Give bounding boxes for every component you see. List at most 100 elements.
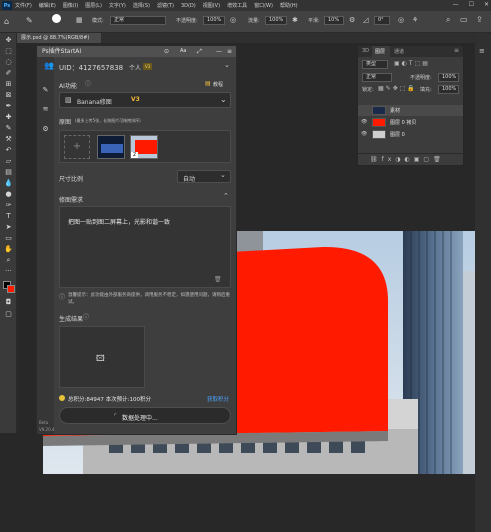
- search-icon[interactable]: ⌕: [446, 15, 450, 25]
- menu-select[interactable]: 选择(S): [133, 2, 150, 9]
- eraser-tool-icon[interactable]: ▱: [4, 157, 13, 165]
- quick-mask-icon[interactable]: ◘: [4, 298, 13, 306]
- dodge-tool-icon[interactable]: ●: [4, 190, 13, 198]
- mode-select[interactable]: 正常: [110, 16, 166, 25]
- background-color-swatch[interactable]: [7, 285, 15, 293]
- menu-edit[interactable]: 编辑(E): [39, 2, 56, 9]
- move-tool-icon[interactable]: ✥: [4, 36, 13, 44]
- angle-input[interactable]: 0°: [374, 16, 390, 25]
- source-thumb-1[interactable]: [97, 135, 125, 159]
- type-tool-icon[interactable]: T: [4, 212, 13, 220]
- shape-tool-icon[interactable]: ▭: [4, 234, 13, 242]
- close-icon[interactable]: ✕: [484, 1, 489, 8]
- pen-tool-icon[interactable]: ✑: [4, 201, 13, 209]
- brush-tool-icon[interactable]: ✎: [4, 124, 13, 132]
- menu-file[interactable]: 文件(F): [15, 2, 32, 9]
- brush-tool-icon[interactable]: ✎: [26, 16, 33, 25]
- pressure-opacity-icon[interactable]: ◎: [230, 16, 236, 24]
- smoothing-input[interactable]: 10%: [324, 16, 344, 25]
- expand-icon[interactable]: ⤢: [197, 46, 202, 57]
- tab-layers[interactable]: 图层: [372, 46, 390, 57]
- share-icon[interactable]: ⇪: [476, 15, 483, 24]
- marquee-tool-icon[interactable]: ⬚: [4, 47, 13, 55]
- tab-channels[interactable]: 通道: [394, 48, 404, 55]
- airbrush-icon[interactable]: ✱: [292, 16, 298, 24]
- brush-preset-icon[interactable]: [52, 14, 61, 23]
- get-points-link[interactable]: 获取积分: [207, 395, 229, 403]
- menu-plugins[interactable]: 增效工具: [227, 2, 247, 9]
- font-size-icon[interactable]: Aa: [180, 46, 186, 57]
- source-images-area: + 2: [59, 130, 231, 163]
- brush-settings-icon[interactable]: ▦: [76, 16, 83, 24]
- layers-menu-icon[interactable]: ≡: [454, 47, 459, 54]
- workspace-icon[interactable]: ▭: [460, 15, 468, 24]
- quick-select-tool-icon[interactable]: ✐: [4, 69, 13, 77]
- path-select-tool-icon[interactable]: ➤: [4, 223, 13, 231]
- chevron-up-icon[interactable]: ⌃: [223, 192, 229, 200]
- minimize-icon[interactable]: —: [453, 1, 459, 8]
- prompt-textarea[interactable]: 把图一贴到图二屏幕上，光影和谐一致 🗑: [59, 206, 231, 288]
- menu-window[interactable]: 窗口(W): [254, 2, 273, 9]
- menu-layer[interactable]: 图层(L): [85, 2, 102, 9]
- settings-nav-icon[interactable]: ⚙: [41, 125, 50, 134]
- chevron-down-icon[interactable]: ⌄: [224, 61, 230, 69]
- lock-icons[interactable]: ▦✎✥⬚🔒: [378, 85, 417, 92]
- crop-tool-icon[interactable]: ⊞: [4, 80, 13, 88]
- source-thumb-2[interactable]: 2: [130, 135, 158, 159]
- add-image-button[interactable]: +: [64, 135, 90, 159]
- menu-image[interactable]: 图像(I): [63, 2, 78, 9]
- layers-footer-icons[interactable]: ⛓fx◑◐▣▢🗑: [358, 153, 463, 165]
- pin-icon[interactable]: ⊙: [164, 46, 169, 57]
- menu-filter[interactable]: 滤镜(T): [157, 2, 174, 9]
- layer-row[interactable]: 👁 图层 0 拷贝: [358, 117, 463, 128]
- minimize-panel-icon[interactable]: —: [216, 46, 222, 57]
- brush-nav-icon[interactable]: ✎: [41, 86, 50, 95]
- lasso-tool-icon[interactable]: ◌: [4, 58, 13, 66]
- blur-tool-icon[interactable]: 💧: [4, 179, 13, 187]
- stamp-tool-icon[interactable]: ⚒: [4, 135, 13, 143]
- visibility-eye-icon[interactable]: 👁: [361, 120, 367, 125]
- healing-tool-icon[interactable]: ✚: [4, 113, 13, 121]
- generate-button[interactable]: ◜ 数据处理中...: [59, 407, 231, 424]
- tutorial-link[interactable]: 教程: [213, 81, 223, 88]
- visibility-eye-icon[interactable]: 👁: [361, 132, 367, 137]
- zoom-tool-icon[interactable]: ⌕: [4, 256, 13, 264]
- users-icon: 👥: [44, 61, 54, 70]
- pressure-size-icon[interactable]: ◎: [398, 16, 404, 24]
- blend-mode-select[interactable]: 正常: [362, 73, 392, 82]
- more-tools-icon[interactable]: ···: [4, 267, 13, 275]
- panel-toggle-icon[interactable]: ≡: [479, 47, 485, 55]
- panel-menu-icon[interactable]: ≡: [227, 46, 232, 57]
- menu-view[interactable]: 视图(V): [203, 2, 220, 9]
- eyedropper-tool-icon[interactable]: ✒: [4, 102, 13, 110]
- layer-row[interactable]: 👁 图层 0: [358, 129, 463, 140]
- maximize-icon[interactable]: ☐: [469, 1, 474, 8]
- gradient-tool-icon[interactable]: ▤: [4, 168, 13, 176]
- home-icon[interactable]: ⌂: [4, 17, 9, 26]
- symmetry-icon[interactable]: ⚘: [412, 16, 418, 24]
- layer-row[interactable]: 素材: [358, 105, 463, 116]
- frame-tool-icon[interactable]: ⊠: [4, 91, 13, 99]
- layer-filter-icons[interactable]: ▣◐T⬚▤: [394, 60, 430, 67]
- menu-3d[interactable]: 3D(D): [181, 3, 196, 9]
- trash-icon[interactable]: 🗑: [214, 276, 222, 283]
- database-nav-icon[interactable]: ≋: [41, 105, 50, 114]
- fill-input[interactable]: 100%: [438, 85, 459, 94]
- function-select[interactable]: ▨ Banana修图 V3 ⌄: [59, 92, 231, 108]
- layer-opacity-input[interactable]: 100%: [438, 73, 459, 82]
- hand-tool-icon[interactable]: ✋: [4, 245, 13, 253]
- size-value: 自动: [183, 176, 196, 183]
- startai-plugin-panel: Ps插件StartAI ⊙ Aa ⤢ — ≡ ✎ ≋ ⚙ Beta V9.20.…: [36, 45, 237, 435]
- menu-type[interactable]: 文字(Y): [109, 2, 126, 9]
- smoothing-settings-icon[interactable]: ⚙: [349, 16, 355, 24]
- opacity-input[interactable]: 100%: [203, 16, 225, 25]
- menu-help[interactable]: 帮助(H): [280, 2, 298, 9]
- history-brush-tool-icon[interactable]: ↶: [4, 146, 13, 154]
- size-select[interactable]: 自动 ⌄: [177, 170, 231, 183]
- layers-panel: 3D 图层 通道 ≡ 类型 ▣◐T⬚▤ 正常 不透明度: 100% 锁定: ▦✎…: [357, 45, 464, 166]
- screen-mode-icon[interactable]: ▢: [4, 310, 13, 318]
- document-tab[interactable]: 展示.psd @ 88.7%(RGB/8#): [17, 33, 101, 43]
- tab-3d[interactable]: 3D: [362, 48, 369, 54]
- layer-filter-select[interactable]: 类型: [362, 60, 388, 69]
- flow-input[interactable]: 100%: [265, 16, 287, 25]
